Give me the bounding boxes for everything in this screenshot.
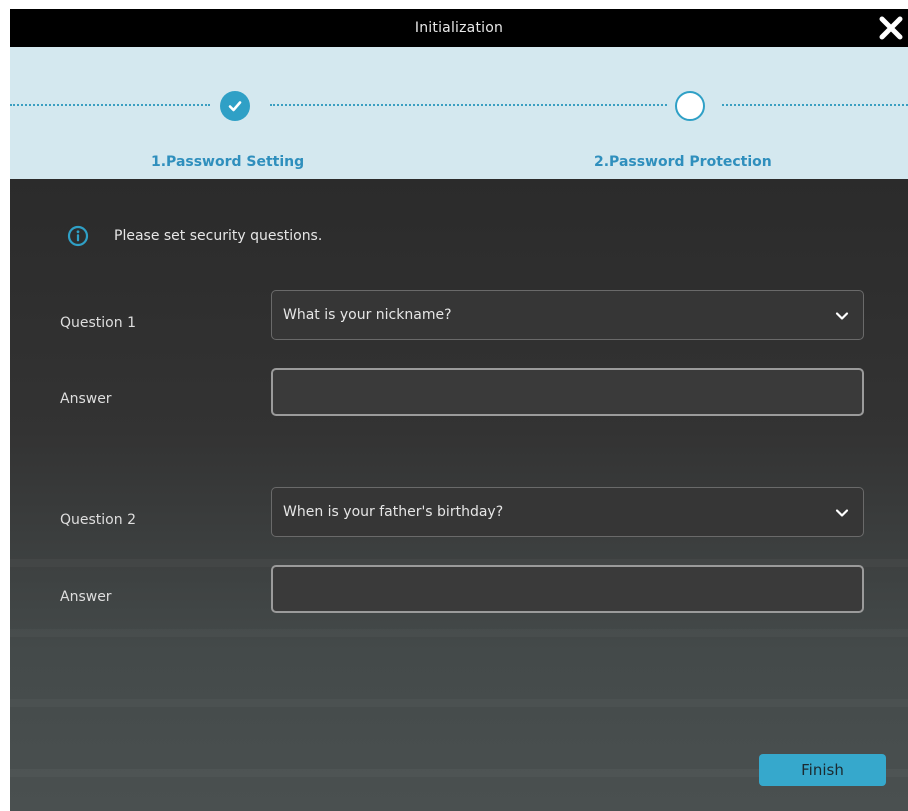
answer-2-input[interactable] [271,565,864,613]
step-2-indicator [675,91,705,121]
finish-button[interactable]: Finish [759,754,886,786]
step-connector [10,104,210,106]
close-icon [879,16,903,40]
question-2-value: When is your father's birthday? [283,504,504,520]
answer-2-label: Answer [60,589,112,605]
answer-1-input[interactable] [271,368,864,416]
step-connector [722,104,908,106]
form-panel: Please set security questions. Question … [10,179,908,811]
step-1-label: 1.Password Setting [151,154,305,170]
question-1-value: What is your nickname? [283,307,452,323]
title-bar: Initialization [10,9,908,47]
step-2-label: 2.Password Protection [594,154,772,170]
chevron-down-icon [835,312,849,320]
window-title: Initialization [414,20,504,36]
info-message: Please set security questions. [67,225,322,247]
question-1-select[interactable]: What is your nickname? [271,290,864,340]
info-text: Please set security questions. [114,228,323,244]
close-button[interactable] [874,11,908,45]
question-2-label: Question 2 [60,512,136,528]
step-1-indicator [220,91,250,121]
question-1-label: Question 1 [60,315,136,331]
question-2-select[interactable]: When is your father's birthday? [271,487,864,537]
step-connector [270,104,667,106]
check-icon [228,101,242,112]
background-band [10,629,908,637]
initialization-dialog: Initialization 1.Password Setting 2.Pass… [10,9,908,811]
background-band [10,699,908,707]
chevron-down-icon [835,509,849,517]
answer-1-label: Answer [60,391,112,407]
step-indicator: 1.Password Setting 2.Password Protection [10,47,908,179]
info-icon [67,225,89,247]
